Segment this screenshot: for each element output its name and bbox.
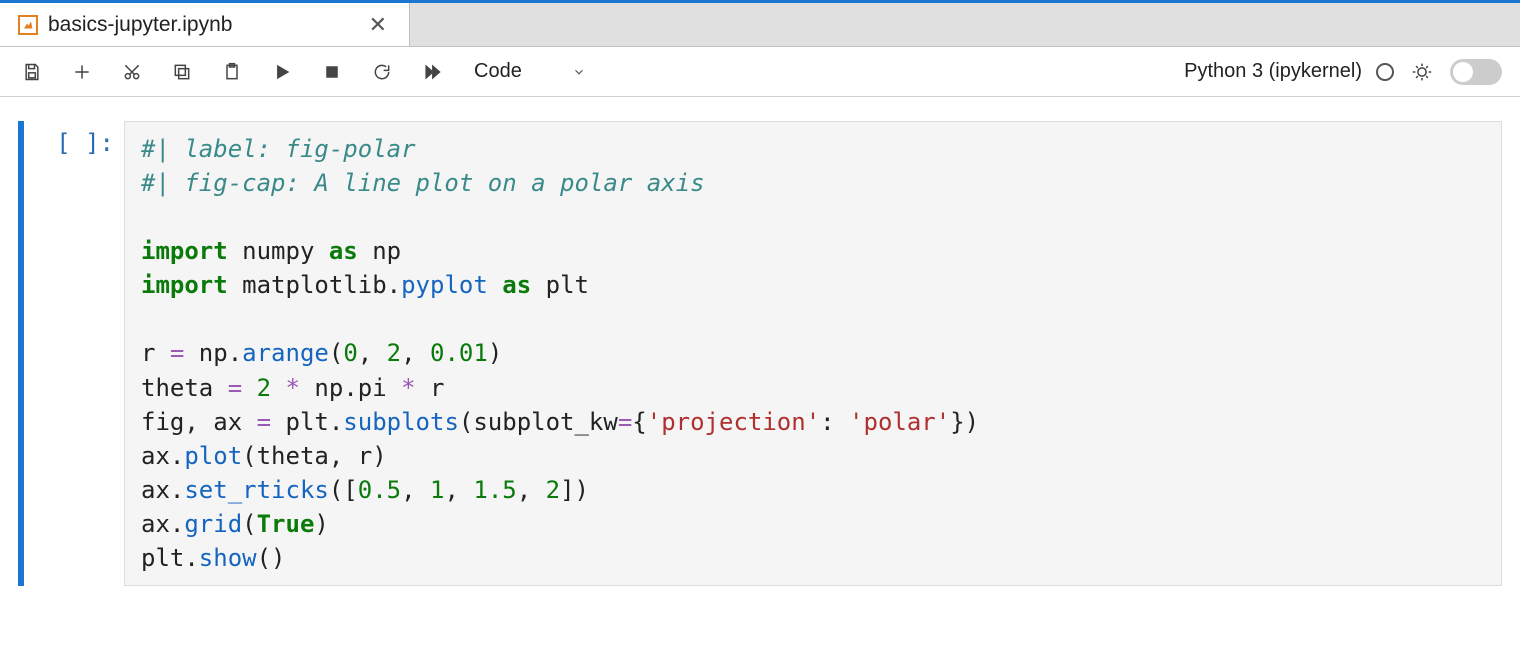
copy-icon[interactable] <box>168 58 196 86</box>
stop-icon[interactable] <box>318 58 346 86</box>
debugger-toggle[interactable] <box>1450 59 1502 85</box>
kernel-area: Python 3 (ipykernel) <box>1184 58 1502 86</box>
code-input[interactable]: #| label: fig-polar #| fig-cap: A line p… <box>124 121 1502 586</box>
paste-icon[interactable] <box>218 58 246 86</box>
notebook-icon <box>18 15 38 35</box>
tab-title: basics-jupyter.ipynb <box>48 13 232 37</box>
bug-icon[interactable] <box>1408 58 1436 86</box>
cell-type-label: Code <box>474 60 522 83</box>
close-icon[interactable]: ✕ <box>365 12 391 38</box>
run-all-icon[interactable] <box>418 58 446 86</box>
kernel-status-icon[interactable] <box>1376 63 1394 81</box>
add-cell-icon[interactable] <box>68 58 96 86</box>
kernel-name[interactable]: Python 3 (ipykernel) <box>1184 60 1362 83</box>
toolbar: Code Python 3 (ipykernel) <box>0 47 1520 97</box>
cell-type-dropdown[interactable]: Code <box>468 58 592 85</box>
cut-icon[interactable] <box>118 58 146 86</box>
code-cell[interactable]: [ ]: #| label: fig-polar #| fig-cap: A l… <box>18 121 1502 586</box>
cell-prompt: [ ]: <box>54 121 124 586</box>
tab-bar: basics-jupyter.ipynb ✕ <box>0 3 1520 47</box>
save-icon[interactable] <box>18 58 46 86</box>
notebook-content: [ ]: #| label: fig-polar #| fig-cap: A l… <box>0 97 1520 649</box>
run-icon[interactable] <box>268 58 296 86</box>
notebook-panel: basics-jupyter.ipynb ✕ <box>0 0 1520 652</box>
tab-notebook[interactable]: basics-jupyter.ipynb ✕ <box>0 3 410 46</box>
chevron-down-icon <box>572 65 586 79</box>
restart-icon[interactable] <box>368 58 396 86</box>
